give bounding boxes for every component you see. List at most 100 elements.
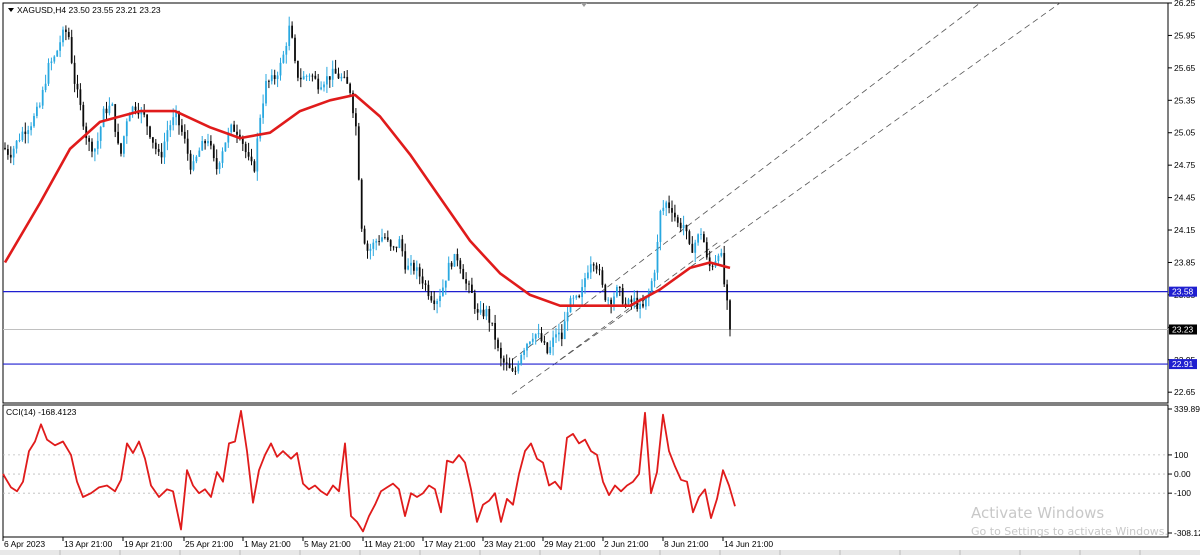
price-tick-label: 25.35 (1174, 95, 1196, 105)
candle-body (560, 332, 563, 340)
candle-body (610, 299, 612, 305)
candle-body (47, 62, 50, 84)
candle-body (476, 308, 479, 313)
candle-body (314, 75, 317, 79)
candle-body (389, 240, 392, 247)
price-tick-label: 24.45 (1174, 193, 1196, 203)
candle-body (12, 148, 15, 158)
candle-body (508, 363, 511, 369)
time-tick-label: 6 Apr 2023 (4, 539, 45, 549)
candle-body (607, 299, 610, 301)
candle-body (123, 136, 125, 154)
candle-body (18, 140, 21, 141)
candle-body (453, 254, 456, 267)
candle-body (163, 141, 166, 158)
candle-body (59, 42, 61, 51)
candle-body (398, 239, 401, 248)
candle-body (552, 337, 554, 347)
candle-body (328, 76, 331, 80)
candle-body (598, 269, 601, 271)
candle-body (230, 124, 233, 133)
candle-body (488, 308, 491, 323)
price-pane-frame (2, 2, 1169, 404)
price-pane[interactable]: 26.25 25.95 25.65 25.35 25.05 24.75 24.45 24.15… (2, 0, 1197, 404)
candle-body (459, 260, 462, 269)
candle-body (523, 350, 525, 355)
candle-body (575, 295, 578, 298)
candle-body (555, 334, 557, 338)
candle-body (337, 73, 340, 79)
candle-body (479, 309, 482, 313)
candle-body (268, 80, 270, 82)
candle-body (250, 156, 253, 162)
candle-body (676, 217, 679, 223)
candle-body (305, 75, 308, 77)
time-tick-label: 1 May 21:00 (244, 539, 291, 549)
candle-body (392, 246, 395, 248)
candle-body (15, 140, 18, 149)
candle-body (639, 303, 641, 309)
candle-body (65, 29, 67, 32)
candle-body (618, 286, 621, 289)
time-tick-label: 19 Apr 21:00 (124, 539, 172, 549)
candle-body (494, 323, 496, 340)
candle-body (236, 131, 238, 135)
time-tick-label: 13 Apr 21:00 (64, 539, 112, 549)
candle-body (563, 321, 566, 340)
candle-body (543, 341, 546, 343)
candle-body (482, 309, 485, 317)
candle-body (447, 262, 450, 281)
candle-body (517, 364, 520, 372)
candle-body (67, 31, 70, 38)
price-tick-label: 25.95 (1174, 30, 1196, 40)
candle-body (30, 126, 32, 131)
candle-body (473, 292, 476, 309)
candle-body (247, 152, 250, 157)
candle-body (262, 103, 264, 118)
candle-body (703, 234, 705, 243)
time-tick-label: 14 Jun 21:00 (724, 539, 773, 549)
candle-body (94, 148, 96, 152)
candle-body (346, 76, 349, 84)
candle-body (685, 224, 688, 232)
candle-body (340, 76, 343, 79)
level-tag-label: 22.91 (1172, 359, 1194, 369)
candle-body (427, 284, 430, 297)
candle-body (102, 108, 105, 128)
candle-body (82, 104, 85, 127)
candle-body (691, 243, 694, 253)
candle-body (418, 267, 421, 277)
candle-body (152, 137, 154, 143)
candle-body (270, 75, 273, 82)
candle-body (24, 131, 27, 135)
candle-body (7, 149, 9, 155)
price-tick-label: 23.85 (1174, 257, 1196, 267)
candle-body (558, 332, 560, 335)
candle-body (546, 342, 549, 354)
candle-body (679, 222, 682, 229)
candle-body (537, 333, 540, 335)
cci-tick-label: 0.00 (1174, 469, 1191, 479)
trading-chart[interactable]: 26.25 25.95 25.65 25.35 25.05 24.75 24.45 24.15… (0, 0, 1200, 555)
candle-body (76, 83, 79, 90)
candle-body (665, 202, 668, 208)
candle-body (308, 75, 311, 77)
candle-body (172, 117, 175, 126)
candle-body (201, 141, 204, 151)
candle-body (378, 241, 380, 242)
candle-body (256, 138, 259, 172)
candle-body (27, 130, 30, 135)
candle-body (381, 237, 383, 242)
candle-body (320, 87, 322, 90)
candle-body (285, 45, 288, 55)
candle-body (456, 254, 459, 261)
candle-body (120, 143, 122, 154)
candle-body (41, 89, 44, 106)
candle-body (233, 124, 235, 132)
candle-body (711, 265, 714, 267)
candle-body (372, 242, 375, 249)
candle-body (674, 212, 676, 218)
candle-body (723, 252, 726, 285)
candle-body (198, 150, 201, 157)
time-tick-label: 17 May 21:00 (424, 539, 476, 549)
